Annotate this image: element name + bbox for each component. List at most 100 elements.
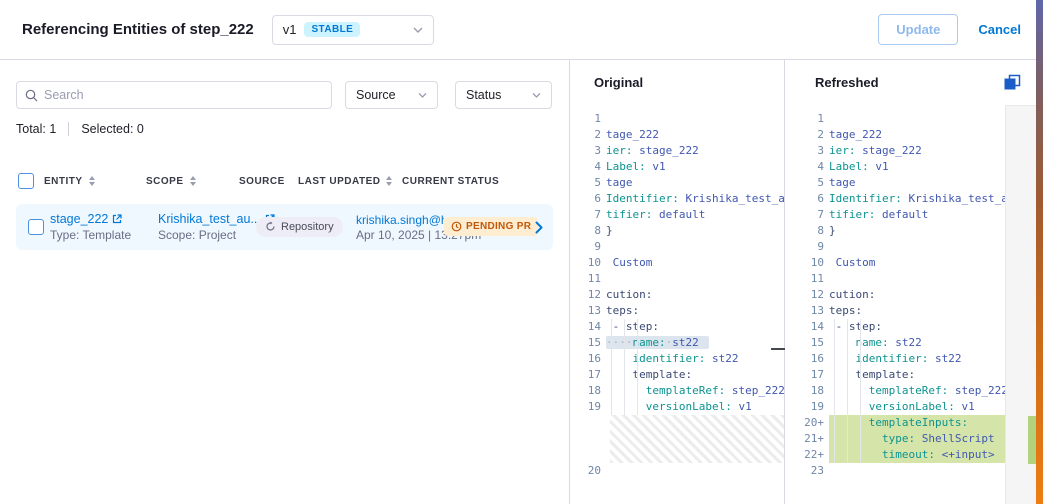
code-line: 21+ type: ShellScript (785, 431, 1005, 447)
code-line: 15····name:·st22 (570, 335, 784, 351)
selected-count: Selected: 0 (81, 122, 144, 136)
search-box[interactable] (16, 81, 332, 109)
line-number: 20+ (785, 415, 829, 431)
line-number: 13 (570, 303, 606, 319)
code-line: 5tage (570, 175, 784, 191)
column-header[interactable]: LAST UPDATED (298, 176, 402, 187)
row-checkbox[interactable] (28, 219, 44, 235)
code-line: 2tage_222 (570, 127, 784, 143)
version-dropdown[interactable]: v1 STABLE (272, 15, 434, 45)
code-line: 14 - step: (570, 319, 784, 335)
code-line: 22+ timeout: <+input> (785, 447, 1005, 463)
chevron-down-icon (413, 27, 423, 33)
refreshed-code-pane[interactable]: 12tage_2223ier: stage_2224Label: v15tage… (785, 105, 1006, 504)
clock-icon (451, 221, 462, 232)
refreshed-pane-title: Refreshed (815, 75, 879, 90)
window-edge-gradient (1036, 0, 1043, 504)
entity-type: Type: Template (50, 228, 158, 242)
original-code-pane[interactable]: 12tage_2223ier: stage_2224Label: v15tage… (570, 105, 785, 504)
line-number: 14 (785, 319, 829, 335)
updated-by: krishika.singh@harnes... (356, 213, 444, 227)
code-line: 10 Custom (785, 255, 1005, 271)
line-number: 15 (570, 335, 606, 351)
line-number: 17 (785, 367, 829, 383)
code-line: 11 (785, 271, 1005, 287)
code-line: 3ier: stage_222 (570, 143, 784, 159)
source-badge-label: Repository (281, 221, 334, 233)
header-actions: Update Cancel (878, 14, 1021, 45)
table-header: ENTITYSCOPESOURCELAST UPDATEDCURRENT STA… (16, 173, 553, 189)
sort-icon[interactable] (89, 176, 95, 186)
table-row[interactable]: stage_222 Type: Template Krishika_test_a… (16, 204, 553, 250)
chevron-down-icon (532, 93, 541, 98)
line-number: 13 (785, 303, 829, 319)
total-count: Total: 1 (16, 122, 56, 136)
line-number: 15 (785, 335, 829, 351)
code-line: 16 identifier: st22 (570, 351, 784, 367)
line-number: 4 (785, 159, 829, 175)
source-badge: Repository (256, 217, 343, 237)
diff-change-marker (771, 348, 785, 350)
line-number: 17 (570, 367, 606, 383)
line-number: 6 (570, 191, 606, 207)
line-number: 10 (785, 255, 829, 271)
column-header[interactable]: ENTITY (44, 176, 146, 187)
result-counts: Total: 1 Selected: 0 (16, 122, 553, 136)
code-line: 12cution: (570, 287, 784, 303)
column-header: SOURCE (239, 176, 298, 187)
line-number: 20 (570, 463, 606, 479)
line-number: 2 (570, 127, 606, 143)
line-number: 8 (785, 223, 829, 239)
status-badge: PENDING PR (444, 217, 538, 236)
status-filter-dropdown[interactable]: Status (455, 81, 552, 109)
line-number: 19 (570, 399, 606, 415)
code-line: 15 name: st22 (785, 335, 1005, 351)
header-checkbox[interactable] (18, 173, 34, 189)
code-line: 11 (570, 271, 784, 287)
column-header[interactable]: SCOPE (146, 176, 239, 187)
diff-headers: Original Refreshed (570, 60, 1043, 105)
row-expand-button[interactable] (535, 221, 553, 234)
line-number: 10 (570, 255, 606, 271)
code-line: 9 (785, 239, 1005, 255)
indent-guide (611, 319, 612, 415)
code-line: 7tifier: default (570, 207, 784, 223)
diff-body: 12tage_2223ier: stage_2224Label: v15tage… (570, 105, 1043, 504)
version-label: v1 (283, 22, 297, 37)
yaml-diff-viewer: Original Refreshed 12tage_2223ier: stage… (570, 60, 1043, 504)
scope-name-link[interactable]: Krishika_test_au... (158, 212, 261, 226)
line-number: 19 (785, 399, 829, 415)
last-updated-cell: krishika.singh@harnes... Apr 10, 2025 | … (356, 213, 444, 242)
line-number: 1 (570, 111, 606, 127)
line-number: 12 (570, 287, 606, 303)
filters-toolbar: Source Status (16, 81, 553, 109)
line-number: 11 (570, 271, 606, 287)
line-number: 1 (785, 111, 829, 127)
line-number: 5 (785, 175, 829, 191)
external-link-icon[interactable] (112, 214, 122, 224)
divider (68, 122, 69, 136)
column-header: CURRENT STATUS (402, 176, 553, 187)
entity-name-link[interactable]: stage_222 (50, 212, 108, 226)
repository-icon (265, 221, 276, 232)
sort-icon[interactable] (190, 176, 196, 186)
code-line: 8} (570, 223, 784, 239)
update-button[interactable]: Update (878, 14, 958, 45)
code-line: 18 templateRef: step_222 (785, 383, 1005, 399)
copy-icon[interactable] (1004, 74, 1021, 91)
source-filter-dropdown[interactable]: Source (345, 81, 438, 109)
code-line: 14 - step: (785, 319, 1005, 335)
status-label: PENDING PR (466, 221, 531, 232)
code-line: 9 (570, 239, 784, 255)
search-input[interactable] (44, 88, 323, 102)
code-line: 1 (785, 111, 1005, 127)
code-line: 20 (570, 463, 784, 479)
entities-panel: Source Status Total: 1 Selected: 0 (0, 60, 570, 504)
line-number: 9 (785, 239, 829, 255)
line-number: 3 (785, 143, 829, 159)
line-number: 6 (785, 191, 829, 207)
line-number: 16 (570, 351, 606, 367)
code-line: 17 template: (570, 367, 784, 383)
sort-icon[interactable] (386, 176, 392, 186)
cancel-button[interactable]: Cancel (978, 22, 1021, 37)
